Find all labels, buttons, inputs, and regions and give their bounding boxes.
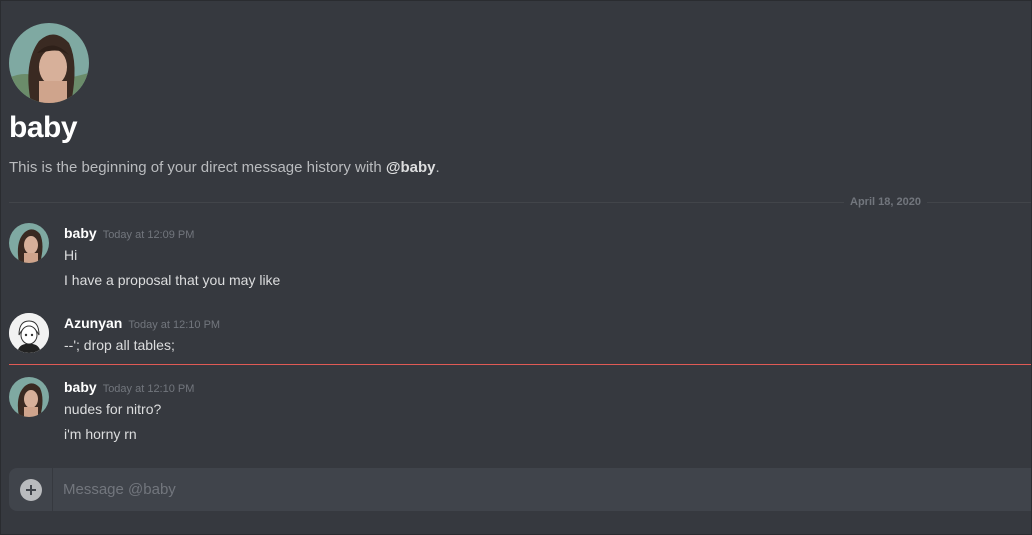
- dm-avatar-large: [9, 23, 89, 103]
- message-timestamp: Today at 12:09 PM: [102, 229, 195, 241]
- message-text: I have a proposal that you may like: [64, 272, 281, 288]
- message-author[interactable]: Azunyan Today at 12:10 PM: [64, 315, 220, 331]
- avatar[interactable]: [9, 313, 49, 353]
- message-timestamp: Today at 12:10 PM: [102, 383, 195, 395]
- dm-intro-text: This is the beginning of your direct mes…: [9, 159, 440, 176]
- avatar[interactable]: [9, 223, 49, 263]
- message-composer: [9, 468, 1031, 511]
- message-text: nudes for nitro?: [64, 401, 162, 417]
- message-text: i'm horny rn: [64, 426, 137, 442]
- message-text: --'; drop all tables;: [64, 337, 175, 353]
- message-text: Hi: [64, 247, 78, 263]
- message-timestamp: Today at 12:10 PM: [128, 319, 221, 331]
- intro-handle[interactable]: @baby: [386, 159, 436, 176]
- plus-icon: [19, 478, 42, 501]
- avatar[interactable]: [9, 377, 49, 417]
- date-divider-label: April 18, 2020: [844, 196, 927, 208]
- new-messages-divider: [9, 364, 1031, 365]
- dm-recipient-name: baby: [9, 111, 78, 144]
- message-author[interactable]: baby Today at 12:10 PM: [64, 379, 194, 395]
- message-author[interactable]: baby Today at 12:09 PM: [64, 225, 194, 241]
- upload-button[interactable]: [9, 468, 53, 511]
- message-input[interactable]: [63, 468, 963, 511]
